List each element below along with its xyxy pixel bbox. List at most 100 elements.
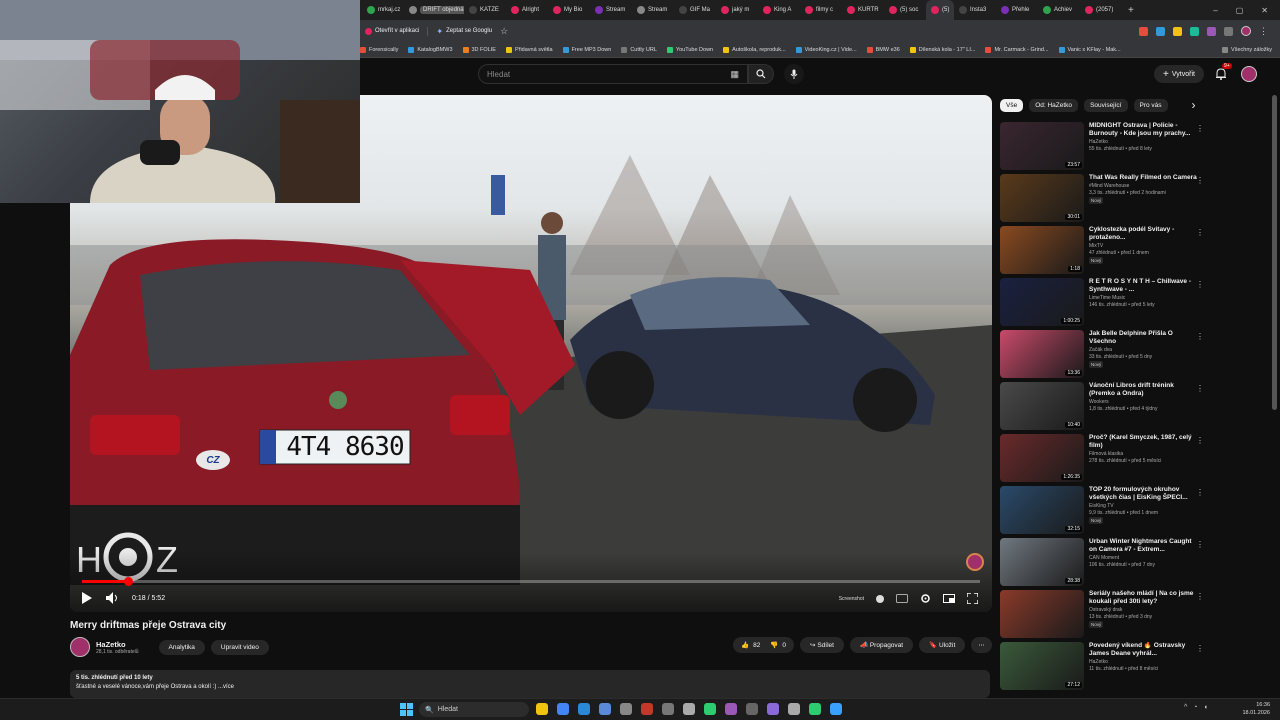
taskbar-app-icon[interactable] (767, 703, 779, 715)
more-actions-button[interactable]: ⋯ (971, 637, 992, 653)
bookmark-item[interactable]: Vanic x KFlay - Mak... (1058, 46, 1121, 53)
recommendation-item[interactable]: 30:01 That Was Really Filmed on Camera #Mi… (1000, 174, 1270, 226)
browser-tab[interactable]: Achiev (1038, 0, 1080, 20)
video-thumbnail[interactable]: 27:12 (1000, 642, 1084, 690)
recommendation-title[interactable]: R E T R O S Y N T H – Chillwave - Synthw… (1089, 278, 1199, 294)
browser-tab[interactable]: KURTR (842, 0, 884, 20)
recommendation-item[interactable]: 1:18 Cyklostezka podél Svitavy - protažen… (1000, 226, 1270, 278)
recommendation-channel[interactable]: HaZetko (1089, 139, 1199, 146)
extension-icon[interactable] (1139, 26, 1148, 36)
video-thumbnail[interactable]: 1:26:35 (1000, 434, 1084, 482)
minimize-icon[interactable]: – (1213, 6, 1217, 15)
taskbar-app-icon[interactable] (557, 703, 569, 715)
browser-tab[interactable]: GIF Ma (674, 0, 716, 20)
video-thumbnail[interactable]: 32:15 (1000, 486, 1084, 534)
more-options-icon[interactable]: ⋮ (1196, 384, 1204, 393)
video-thumbnail[interactable]: 23:57 (1000, 122, 1084, 170)
fullscreen-icon[interactable] (967, 593, 978, 604)
open-in-app-button[interactable]: Otevřít v aplikaci (365, 27, 419, 35)
profile-avatar-icon[interactable] (1241, 26, 1251, 36)
windows-start-icon[interactable] (400, 703, 413, 716)
page-scrollbar[interactable] (1272, 95, 1277, 410)
more-options-icon[interactable]: ⋮ (1196, 436, 1204, 445)
extension-icon[interactable] (1156, 26, 1165, 36)
wifi-icon[interactable]: ◔ (1193, 704, 1197, 711)
more-options-icon[interactable]: ⋮ (1196, 488, 1204, 497)
taskbar-app-icon[interactable] (578, 703, 590, 715)
edit-video-button[interactable]: Upravit video (210, 639, 269, 655)
like-button[interactable]: 👍 82 (741, 641, 760, 650)
recommendation-channel[interactable]: CAN Moment (1089, 555, 1199, 562)
recommendation-title[interactable]: Povedený víkend 🔥 Ostravsky James Deane … (1089, 642, 1199, 658)
recommendation-channel[interactable]: LimeTime Music (1089, 295, 1199, 302)
browser-tab[interactable]: Stream (632, 0, 674, 20)
bookmark-item[interactable]: Cuttly URL (621, 46, 657, 53)
browser-tab[interactable]: DRIFT objednávky (404, 0, 464, 20)
channel-name[interactable]: HaZetko (96, 640, 139, 649)
taskbar-app-icon[interactable] (704, 703, 716, 715)
taskbar-app-icon[interactable] (683, 703, 695, 715)
taskbar-search[interactable]: 🔍 Hledat (419, 702, 529, 717)
extension-icon[interactable] (1207, 26, 1216, 36)
recommendation-item[interactable]: 32:15 TOP 20 formulových okruhov všetkých… (1000, 486, 1270, 538)
recommendation-title[interactable]: MIDNIGHT Ostrava | Policie - Burnouty - … (1089, 122, 1199, 138)
filter-chip[interactable]: Související (1084, 98, 1128, 112)
more-options-icon[interactable]: ⋮ (1196, 280, 1204, 289)
recommendation-title[interactable]: Proč? (Karel Smyczek, 1987, celý film) (1089, 434, 1199, 450)
recommendation-title[interactable]: TOP 20 formulových okruhov všetkých čias… (1089, 486, 1199, 502)
browser-tab[interactable]: (2057) (1080, 0, 1122, 20)
filter-chip[interactable]: Pro vás (1133, 98, 1168, 112)
subtitles-icon[interactable] (896, 594, 908, 603)
browser-tab[interactable]: Stream (590, 0, 632, 20)
browser-tab[interactable]: mrkaj.cz (362, 0, 404, 20)
browser-tab[interactable]: (5) (926, 0, 954, 20)
maximize-icon[interactable]: ▢ (1236, 6, 1244, 15)
taskbar-app-icon[interactable] (662, 703, 674, 715)
bookmark-item[interactable]: Forensically (360, 46, 398, 53)
channel-avatar-overlay[interactable] (966, 553, 984, 571)
recommendation-channel[interactable]: HaZetko (1089, 659, 1199, 666)
recommendation-item[interactable]: 13:36 Jak Belle Delphine Přišla O Všechno… (1000, 330, 1270, 382)
browser-tab[interactable]: (5) soc (884, 0, 926, 20)
more-options-icon[interactable]: ⋮ (1196, 592, 1204, 601)
bookmark-item[interactable]: Autoškola, reproduk... (723, 46, 786, 53)
browser-tab[interactable]: KATZE (464, 0, 506, 20)
recommendation-item[interactable]: Seriály našeho mládí | Na co jsme koukal… (1000, 590, 1270, 642)
miniplayer-icon[interactable] (943, 594, 955, 603)
play-icon[interactable] (82, 592, 92, 604)
browser-tab[interactable]: Přehle (996, 0, 1038, 20)
recommendation-channel[interactable]: Filmová klasika (1089, 451, 1199, 458)
recommendation-item[interactable]: 27:12 Povedený víkend 🔥 Ostravsky James D… (1000, 642, 1270, 694)
new-tab-button[interactable]: + (1128, 5, 1134, 16)
recommendation-item[interactable]: 28:38 Urban Winter Nightmares Caught on C… (1000, 538, 1270, 590)
recommendation-channel[interactable]: Začák dva (1089, 347, 1199, 354)
analytics-button[interactable]: Analytika (158, 639, 205, 655)
bookmark-item[interactable]: KatalogBMW3 (408, 46, 453, 53)
browser-tab[interactable]: filmy c (800, 0, 842, 20)
progress-scrubber-handle[interactable] (123, 577, 133, 586)
bookmark-item[interactable]: 3D FOLIE (462, 46, 496, 53)
video-thumbnail[interactable]: 13:36 (1000, 330, 1084, 378)
more-options-icon[interactable]: ⋮ (1196, 124, 1204, 133)
share-button[interactable]: ↪ Sdílet (800, 637, 844, 653)
taskbar-app-icon[interactable] (746, 703, 758, 715)
browser-tab[interactable]: jaký m (716, 0, 758, 20)
video-thumbnail[interactable]: 1:18 (1000, 226, 1084, 274)
recommendation-title[interactable]: Vánoční Libros drift trénink (Premko a O… (1089, 382, 1199, 398)
bookmark-item[interactable]: Mr. Carmack - Grind... (985, 46, 1049, 53)
filter-chip[interactable]: Vše (1000, 98, 1024, 112)
volume-tray-icon[interactable]: ◖ (1204, 704, 1208, 711)
autoplay-toggle[interactable] (876, 594, 884, 603)
dislike-button[interactable]: 👎 0 (770, 641, 786, 650)
browser-tab[interactable]: My Bio (548, 0, 590, 20)
close-icon[interactable]: ✕ (1261, 6, 1268, 15)
video-thumbnail[interactable]: 28:38 (1000, 538, 1084, 586)
recommendation-title[interactable]: That Was Really Filmed on Camera (1089, 174, 1199, 182)
recommendation-title[interactable]: Urban Winter Nightmares Caught on Camera… (1089, 538, 1199, 554)
extensions-puzzle-icon[interactable] (1224, 26, 1233, 36)
account-avatar[interactable] (1241, 66, 1257, 82)
taskbar-app-icon[interactable] (536, 703, 548, 715)
recommendation-title[interactable]: Jak Belle Delphine Přišla O Všechno (1089, 330, 1199, 346)
chevron-right-icon[interactable]: › (1192, 98, 1196, 112)
recommendation-channel[interactable]: Ostravský drak (1089, 607, 1199, 614)
